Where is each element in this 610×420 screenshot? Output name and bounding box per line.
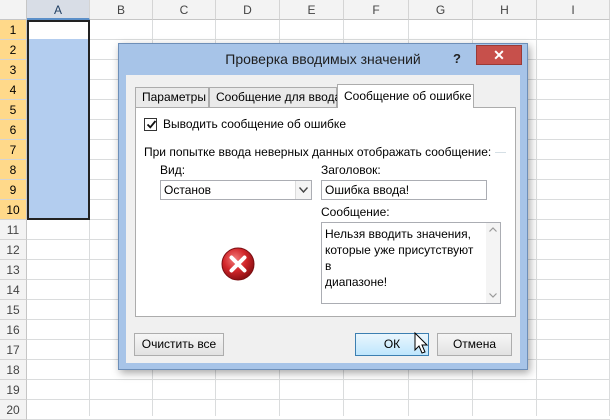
column-header-g[interactable]: G — [409, 0, 473, 20]
message-text: Нельзя вводить значения, которые уже при… — [325, 227, 474, 289]
column-header-e[interactable]: E — [280, 0, 344, 20]
grid-line-horizontal — [27, 399, 610, 400]
checkmark-icon — [146, 120, 157, 129]
row-header-4[interactable]: 4 — [0, 80, 27, 100]
style-value: Останов — [164, 183, 212, 197]
row-header-10[interactable]: 10 — [0, 200, 27, 220]
style-label: Вид: — [160, 163, 186, 177]
data-validation-dialog: Проверка вводимых значений ? ✕ Параметры… — [118, 43, 528, 370]
dialog-title: Проверка вводимых значений — [225, 51, 421, 67]
row-header-7[interactable]: 7 — [0, 140, 27, 160]
scroll-up-icon[interactable] — [489, 227, 497, 232]
stop-error-icon — [221, 247, 255, 281]
message-textarea[interactable]: Нельзя вводить значения, которые уже при… — [321, 222, 501, 304]
selected-range[interactable] — [27, 20, 90, 220]
column-header-b[interactable]: B — [90, 0, 153, 20]
close-button[interactable]: ✕ — [476, 45, 522, 65]
row-header-16[interactable]: 16 — [0, 320, 27, 340]
column-header-h[interactable]: H — [473, 0, 537, 20]
select-all-corner[interactable] — [0, 0, 27, 20]
tab-settings[interactable]: Параметры — [135, 87, 209, 107]
title-input[interactable]: Ошибка ввода! — [321, 180, 487, 200]
row-header-19[interactable]: 19 — [0, 380, 27, 400]
message-scrollbar[interactable] — [486, 223, 500, 303]
chevron-down-icon — [299, 187, 308, 193]
help-button[interactable]: ? — [449, 51, 465, 67]
show-error-checkbox-label: Выводить сообщение об ошибке — [163, 117, 346, 131]
grid-line-horizontal — [27, 39, 610, 40]
show-error-checkbox[interactable] — [144, 118, 157, 131]
row-header-9[interactable]: 9 — [0, 180, 27, 200]
row-header-20[interactable]: 20 — [0, 400, 27, 420]
dropdown-arrow-button[interactable] — [295, 181, 311, 199]
row-header-13[interactable]: 13 — [0, 260, 27, 280]
style-dropdown[interactable]: Останов — [160, 180, 312, 200]
active-cell[interactable] — [29, 22, 88, 39]
dialog-body: Параметры Сообщение для ввода Сообщение … — [126, 75, 520, 363]
title-label: Заголовок: — [321, 163, 381, 177]
row-header-12[interactable]: 12 — [0, 240, 27, 260]
row-header-3[interactable]: 3 — [0, 60, 27, 80]
message-label: Сообщение: — [321, 205, 390, 219]
tab-input-message[interactable]: Сообщение для ввода — [209, 87, 341, 107]
tab-page-error-alert: Выводить сообщение об ошибке При попытке… — [135, 107, 516, 317]
column-header-i[interactable]: I — [537, 0, 610, 20]
column-header-f[interactable]: F — [344, 0, 409, 20]
title-input-value: Ошибка ввода! — [325, 183, 410, 197]
row-header-1[interactable]: 1 — [0, 20, 27, 40]
row-header-5[interactable]: 5 — [0, 100, 27, 120]
row-header-6[interactable]: 6 — [0, 120, 27, 140]
grid-line-horizontal — [27, 379, 610, 380]
row-header-17[interactable]: 17 — [0, 340, 27, 360]
row-header-8[interactable]: 8 — [0, 160, 27, 180]
row-header-2[interactable]: 2 — [0, 40, 27, 60]
row-header-14[interactable]: 14 — [0, 280, 27, 300]
row-header-18[interactable]: 18 — [0, 360, 27, 380]
column-header-d[interactable]: D — [216, 0, 280, 20]
mouse-pointer-icon — [414, 332, 429, 354]
column-header-c[interactable]: C — [153, 0, 216, 20]
cancel-button[interactable]: Отмена — [437, 333, 512, 356]
row-header-15[interactable]: 15 — [0, 300, 27, 320]
clear-all-button[interactable]: Очистить все — [134, 333, 224, 356]
group-label: При попытке ввода неверных данных отобра… — [144, 145, 496, 159]
tab-error-alert[interactable]: Сообщение об ошибке — [337, 84, 474, 108]
title-bar[interactable]: Проверка вводимых значений ? ✕ — [119, 44, 527, 74]
scroll-down-icon[interactable] — [489, 293, 497, 298]
row-header-11[interactable]: 11 — [0, 220, 27, 240]
column-header-a[interactable]: A — [27, 0, 90, 20]
